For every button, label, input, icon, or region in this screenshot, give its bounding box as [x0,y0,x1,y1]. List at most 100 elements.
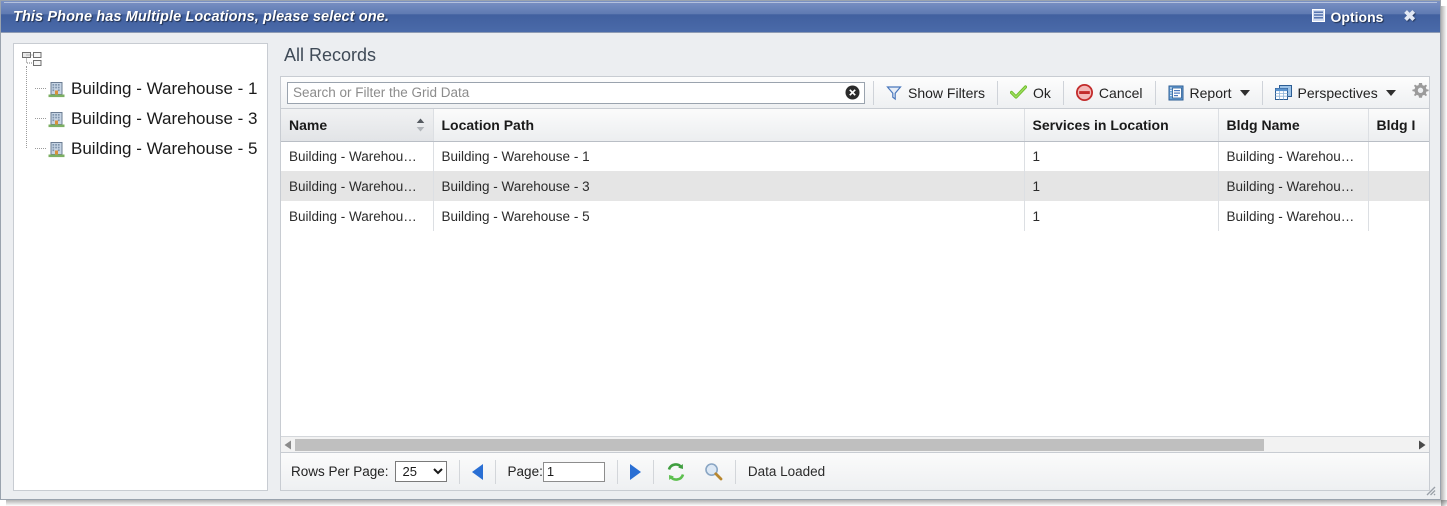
status-text: Data Loaded [747,464,826,479]
toolbar-divider [873,80,874,105]
titlebar-actions: Options ✖ [1308,7,1434,27]
location-tree-panel: Building - Warehouse - 1 Building - Ware… [13,43,268,491]
tree-item[interactable]: Building - Warehouse - 1 [22,74,261,104]
page-label: Page: [507,464,543,479]
chevron-down-icon[interactable] [1239,89,1250,96]
toolbar-divider [997,80,999,105]
resize-grip-icon[interactable] [1422,482,1436,496]
settings-button[interactable] [1402,82,1437,104]
cell-bldg-name: Building - Warehou… [1218,201,1369,231]
cell-services-in-location: 1 [1024,141,1219,171]
sort-both-icon[interactable] [416,118,425,132]
building-icon [48,80,65,98]
scrollbar-track[interactable] [295,438,1415,452]
building-icon [48,140,65,158]
cell-bldg-name: Building - Warehou… [1218,171,1369,201]
search-input[interactable] [287,81,865,104]
column-header-label: Bldg Name [1226,116,1300,133]
column-header-name[interactable]: Name [281,109,434,142]
pager-divider [458,459,460,484]
report-book-icon [1168,85,1184,101]
cell-name: Building - Warehou… [281,201,434,231]
cell-bldg-name: Building - Warehou… [1218,141,1369,171]
refresh-icon[interactable] [666,462,686,481]
pager-divider [616,459,618,484]
funnel-icon [886,85,902,101]
page-title: All Records [284,45,377,65]
scroll-right-icon[interactable] [1415,440,1429,450]
cancel-label: Cancel [1098,84,1143,101]
column-header-label: Name [289,116,328,133]
tree-item-label: Building - Warehouse - 1 [71,79,258,98]
sitemap-icon [22,52,261,69]
window-shadow-right [1441,6,1447,506]
pager-divider [734,459,736,484]
pager-divider [652,459,654,484]
cancel-button[interactable]: Cancel [1070,80,1149,106]
column-header-label: Bldg I [1376,116,1416,133]
report-button[interactable]: Report [1162,80,1256,106]
cell-services-in-location: 1 [1024,171,1219,201]
table-header-row: Name Location Path Services in Location … [281,109,1429,142]
records-table: Name Location Path Services in Location … [281,109,1429,231]
building-icon [48,110,65,128]
show-filters-label: Show Filters [908,84,986,101]
grid-pager: Rows Per Page: 25 Page: 1 Data Loaded [281,452,1429,490]
rows-per-page-label: Rows Per Page: [291,464,389,479]
dialog-title: This Phone has Multiple Locations, pleas… [13,8,389,25]
tree-connector [35,148,46,149]
column-header-services-in-location[interactable]: Services in Location [1024,109,1219,142]
tree-item[interactable]: Building - Warehouse - 3 [22,104,261,134]
green-check-icon [1010,85,1028,100]
table-row[interactable]: Building - Warehou… Building - Warehouse… [281,141,1429,171]
search-field-wrapper [287,81,865,104]
prev-page-icon[interactable] [471,463,483,480]
cell-name: Building - Warehou… [281,141,434,171]
page-number-input[interactable] [542,461,605,482]
tree-item-label: Building - Warehouse - 5 [71,139,258,158]
chevron-down-icon[interactable] [1385,89,1396,96]
column-header-location-path[interactable]: Location Path [433,109,1025,142]
cell-bldg-id [1368,201,1429,231]
next-page-icon[interactable] [629,463,641,480]
grid-toolbar: Show Filters Ok [281,77,1429,109]
tree-connector [35,88,46,89]
ok-button[interactable]: Ok [1004,80,1057,106]
toolbar-divider [1154,80,1156,105]
cell-name: Building - Warehou… [281,171,434,201]
tree-item-label: Building - Warehouse - 3 [71,109,258,128]
table-row[interactable]: Building - Warehou… Building - Warehouse… [281,171,1429,201]
scroll-left-icon[interactable] [281,440,295,450]
options-button[interactable]: Options [1308,7,1388,27]
clear-circle-icon[interactable] [845,85,860,100]
show-filters-button[interactable]: Show Filters [880,80,991,106]
report-label: Report [1189,84,1232,101]
window-shadow-bottom [6,500,1447,506]
multiple-locations-dialog: This Phone has Multiple Locations, pleas… [0,0,1441,500]
scrollbar-thumb[interactable] [295,438,1264,451]
magnifier-icon[interactable] [704,462,723,481]
column-header-bldg-id[interactable]: Bldg I [1368,109,1429,142]
close-icon[interactable]: ✖ [1393,7,1426,27]
red-no-entry-icon [1075,84,1093,101]
tree-item[interactable]: Building - Warehouse - 5 [22,134,261,164]
column-header-bldg-name[interactable]: Bldg Name [1218,109,1369,142]
column-header-label: Services in Location [1032,116,1169,133]
horizontal-scrollbar[interactable] [281,436,1429,452]
rows-per-page-select[interactable]: 25 [394,461,447,482]
grid-table-scroll[interactable]: Name Location Path Services in Location … [281,109,1429,436]
options-label: Options [1330,8,1384,25]
windows-stack-icon [1274,84,1292,101]
tree-root-node[interactable] [22,52,261,74]
column-header-label: Location Path [441,116,535,133]
cell-location-path: Building - Warehouse - 5 [433,201,1025,231]
gear-icon [1412,82,1429,104]
dialog-titlebar: This Phone has Multiple Locations, pleas… [1,1,1440,33]
pager-divider [494,459,496,484]
table-row[interactable]: Building - Warehou… Building - Warehouse… [281,201,1429,231]
tree-connector-cap [34,149,35,164]
perspectives-button[interactable]: Perspectives [1269,80,1402,106]
dialog-body: Building - Warehouse - 1 Building - Ware… [1,33,1440,499]
cell-location-path: Building - Warehouse - 1 [433,141,1025,171]
toolbar-divider [1261,80,1263,105]
